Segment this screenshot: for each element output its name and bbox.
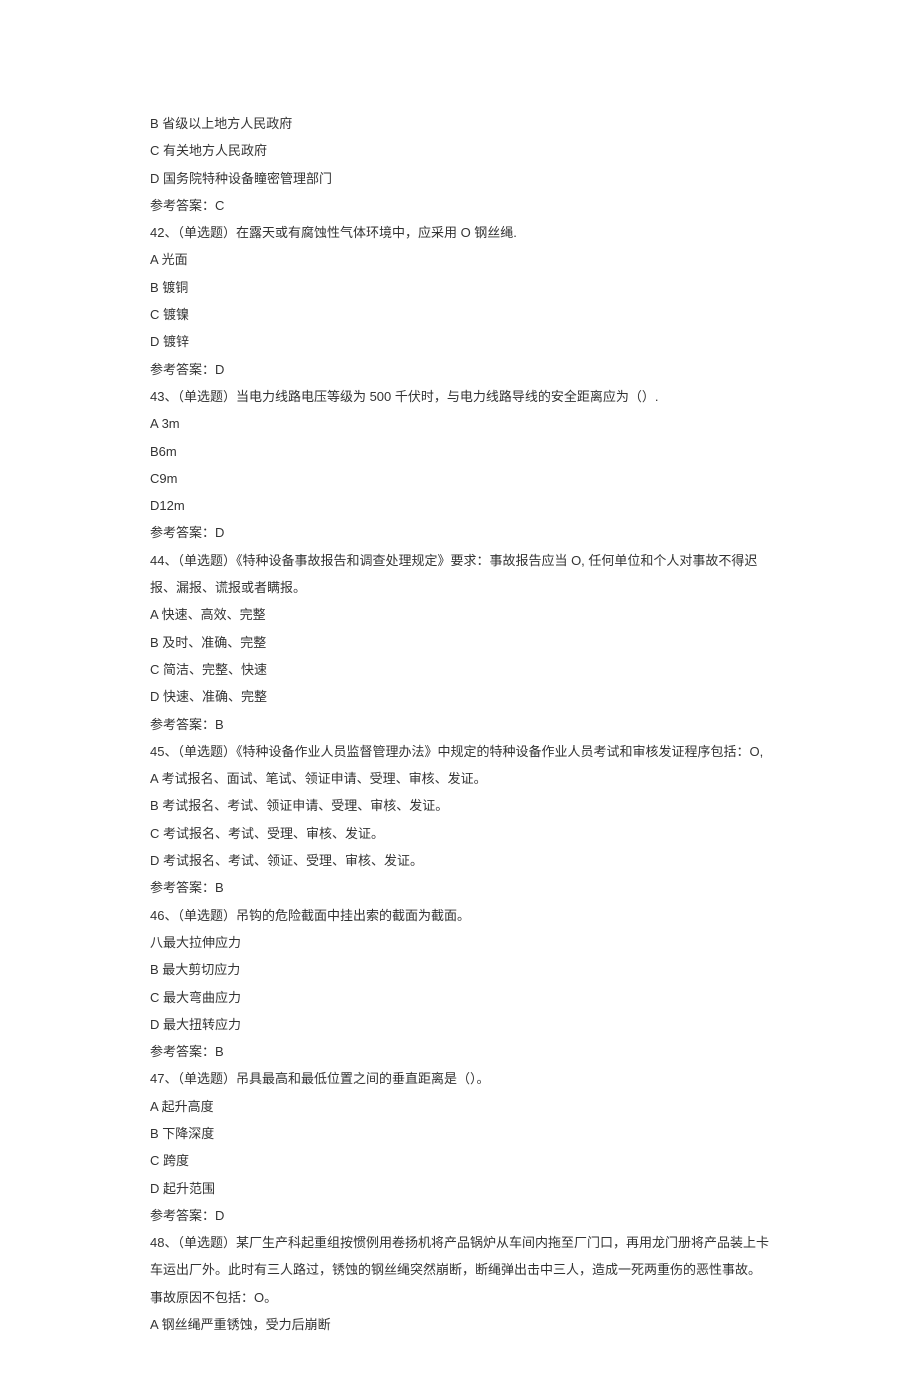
text-line: D 起升范围 <box>150 1175 770 1202</box>
text-line: D 镀锌 <box>150 328 770 355</box>
document-body: B 省级以上地方人民政府C 有关地方人民政府D 国务院特种设备瞳密管理部门参考答… <box>150 110 770 1338</box>
text-line: B 省级以上地方人民政府 <box>150 110 770 137</box>
text-line: 参考答案：D <box>150 519 770 546</box>
text-line: C9m <box>150 465 770 492</box>
text-line: 48、（单选题）某厂生产科起重组按惯例用卷扬机将产品锅炉从车间内拖至厂门口，再用… <box>150 1229 770 1311</box>
text-line: B 及时、准确、完整 <box>150 629 770 656</box>
text-line: A 起升高度 <box>150 1093 770 1120</box>
text-line: 46、（单选题）吊钩的危险截面中挂出索的截面为截面。 <box>150 902 770 929</box>
text-line: A 3m <box>150 410 770 437</box>
text-line: 45、（单选题）《特种设备作业人员监督管理办法》中规定的特种设备作业人员考试和审… <box>150 738 770 793</box>
text-line: C 镀镍 <box>150 301 770 328</box>
text-line: D 国务院特种设备瞳密管理部门 <box>150 165 770 192</box>
text-line: D 快速、准确、完整 <box>150 683 770 710</box>
text-line: C 简洁、完整、快速 <box>150 656 770 683</box>
text-line: 八最大拉伸应力 <box>150 929 770 956</box>
text-line: A 快速、高效、完整 <box>150 601 770 628</box>
text-line: 参考答案：B <box>150 1038 770 1065</box>
text-line: D12m <box>150 492 770 519</box>
text-line: 44、（单选题）《特种设备事故报告和调查处理规定》要求：事故报告应当 O, 任何… <box>150 547 770 602</box>
text-line: C 最大弯曲应力 <box>150 984 770 1011</box>
text-line: C 考试报名、考试、受理、审核、发证。 <box>150 820 770 847</box>
text-line: 47、（单选题）吊具最高和最低位置之间的垂直距离是（）。 <box>150 1065 770 1092</box>
text-line: C 有关地方人民政府 <box>150 137 770 164</box>
text-line: C 跨度 <box>150 1147 770 1174</box>
text-line: B 考试报名、考试、领证申请、受理、审核、发证。 <box>150 792 770 819</box>
text-line: B 镀铜 <box>150 274 770 301</box>
text-line: A 钢丝绳严重锈蚀，受力后崩断 <box>150 1311 770 1338</box>
text-line: 43、（单选题）当电力线路电压等级为 500 千伏时，与电力线路导线的安全距离应… <box>150 383 770 410</box>
text-line: 参考答案：B <box>150 711 770 738</box>
text-line: 参考答案：B <box>150 874 770 901</box>
text-line: D 考试报名、考试、领证、受理、审核、发证。 <box>150 847 770 874</box>
text-line: B 下降深度 <box>150 1120 770 1147</box>
text-line: D 最大扭转应力 <box>150 1011 770 1038</box>
text-line: A 光面 <box>150 246 770 273</box>
text-line: B6m <box>150 438 770 465</box>
text-line: 42、（单选题）在露天或有腐蚀性气体环境中，应采用 O 钢丝绳. <box>150 219 770 246</box>
text-line: B 最大剪切应力 <box>150 956 770 983</box>
text-line: 参考答案：D <box>150 356 770 383</box>
text-line: 参考答案：D <box>150 1202 770 1229</box>
text-line: 参考答案：C <box>150 192 770 219</box>
